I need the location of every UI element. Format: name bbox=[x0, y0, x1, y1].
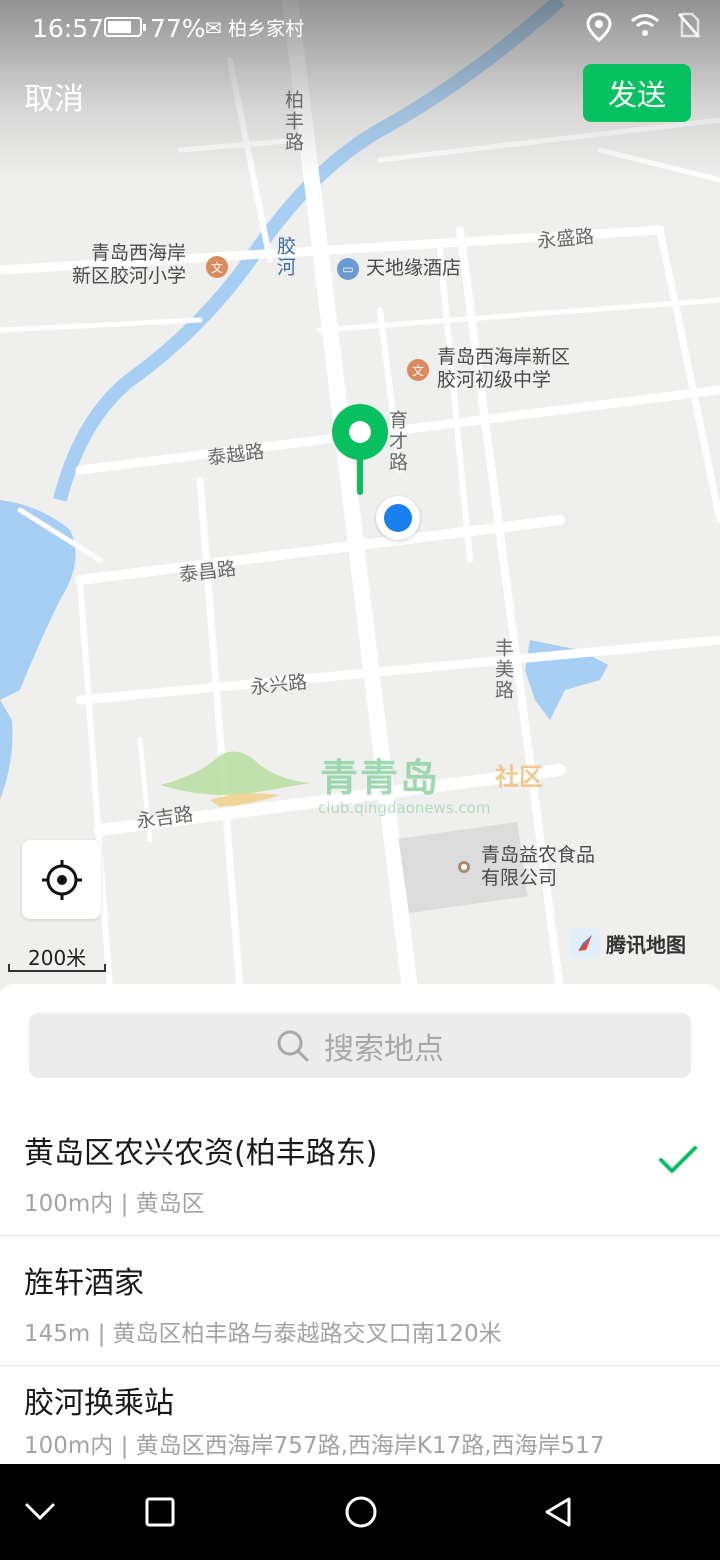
result-subtitle: 100m内 | 黄岛区西海岸757路,西海岸K17路,西海岸517 bbox=[24, 1433, 605, 1459]
result-title: 旌轩酒家 bbox=[24, 1266, 144, 1301]
cancel-button[interactable]: 取消 bbox=[24, 74, 84, 118]
result-subtitle: 100m内 | 黄岛区 bbox=[24, 1191, 205, 1217]
location-sheet: 搜索地点 黄岛区农兴农资(柏丰路东) 100m内 | 黄岛区 旌轩酒家 145m… bbox=[0, 984, 720, 1464]
company-icon bbox=[458, 861, 470, 873]
triangle-back-icon bbox=[545, 1497, 571, 1527]
road-label-yongsheng: 永盛路 bbox=[536, 225, 595, 253]
brand-label: 腾讯地图 bbox=[606, 932, 686, 957]
poi-food-company[interactable]: 青岛益农食品 有限公司 bbox=[481, 844, 595, 890]
poi-middle-school[interactable]: 青岛西海岸新区 胶河初级中学 bbox=[437, 346, 570, 392]
result-title: 黄岛区农兴农资(柏丰路东) bbox=[24, 1136, 378, 1171]
watermark-title: 青青岛 bbox=[320, 756, 441, 800]
notification-icons: ✉ 柏乡家村 bbox=[205, 14, 304, 41]
result-item-3[interactable]: 胶河换乘站 100m内 | 黄岛区西海岸757路,西海岸K17路,西海岸517 bbox=[0, 1366, 720, 1464]
status-right-icons bbox=[586, 12, 700, 42]
locate-me-button[interactable] bbox=[22, 840, 101, 919]
location-pin-icon[interactable] bbox=[328, 400, 392, 500]
circle-home-icon bbox=[345, 1496, 377, 1528]
road-label-baifeng: 柏丰路 bbox=[282, 90, 304, 153]
chevron-down-icon bbox=[25, 1503, 55, 1521]
school-icon: 文 bbox=[206, 256, 228, 278]
watermark-mountain-icon bbox=[160, 751, 310, 807]
school-icon: 文 bbox=[407, 359, 429, 381]
result-item-1[interactable]: 黄岛区农兴农资(柏丰路东) 100m内 | 黄岛区 bbox=[0, 1106, 720, 1236]
map-view[interactable]: 柏丰路 胶河 永盛路 泰越路 育才路 泰昌路 永兴路 丰美路 永吉路 青岛西海岸… bbox=[0, 0, 720, 990]
river-label-jiaohe: 胶河 bbox=[274, 236, 296, 278]
no-sim-icon bbox=[678, 12, 700, 38]
battery-percent: 77% bbox=[150, 14, 206, 43]
result-item-2[interactable]: 旌轩酒家 145m | 黄岛区柏丰路与泰越路交叉口南120米 bbox=[0, 1236, 720, 1366]
nav-back-button[interactable] bbox=[534, 1488, 582, 1536]
status-time: 16:57 bbox=[32, 14, 105, 43]
nav-home-button[interactable] bbox=[337, 1488, 385, 1536]
message-icon: ✉ bbox=[205, 16, 222, 40]
map-scale: 200米 bbox=[8, 938, 106, 972]
poi-hotel[interactable]: 天地缘酒店 bbox=[366, 257, 461, 280]
search-input[interactable]: 搜索地点 bbox=[29, 1013, 691, 1078]
result-subtitle: 145m | 黄岛区柏丰路与泰越路交叉口南120米 bbox=[24, 1321, 502, 1347]
watermark-tag: 社区 bbox=[495, 763, 543, 791]
current-location-dot bbox=[376, 496, 420, 540]
search-icon bbox=[277, 1030, 309, 1061]
nav-recents-button[interactable] bbox=[136, 1488, 184, 1536]
nav-hide-button[interactable] bbox=[16, 1488, 64, 1536]
tencent-map-brand: 腾讯地图 bbox=[570, 928, 686, 958]
location-status-icon bbox=[586, 12, 612, 42]
check-icon bbox=[659, 1146, 697, 1173]
result-title: 胶河换乘站 bbox=[24, 1386, 174, 1421]
watermark: 青青岛 社区 club.qingdaonews.com bbox=[160, 745, 580, 825]
hotel-icon: ▭ bbox=[337, 258, 359, 280]
road-label-fengmei: 丰美路 bbox=[492, 638, 514, 701]
status-bar: 16:57 77% ✉ 柏乡家村 bbox=[0, 0, 720, 56]
crosshair-icon bbox=[41, 859, 82, 900]
watermark-url: club.qingdaonews.com bbox=[318, 799, 491, 817]
square-recents-icon bbox=[145, 1497, 175, 1527]
poi-primary-school[interactable]: 青岛西海岸 新区胶河小学 bbox=[72, 242, 186, 288]
status-overlay-text: 柏乡家村 bbox=[228, 18, 305, 40]
scale-bar bbox=[8, 964, 106, 972]
tencent-map-logo-icon bbox=[570, 928, 600, 958]
battery-icon bbox=[104, 17, 146, 37]
search-placeholder: 搜索地点 bbox=[324, 1031, 444, 1067]
system-nav-bar bbox=[0, 1464, 720, 1560]
wifi-icon bbox=[631, 14, 659, 36]
send-button[interactable]: 发送 bbox=[583, 64, 691, 122]
